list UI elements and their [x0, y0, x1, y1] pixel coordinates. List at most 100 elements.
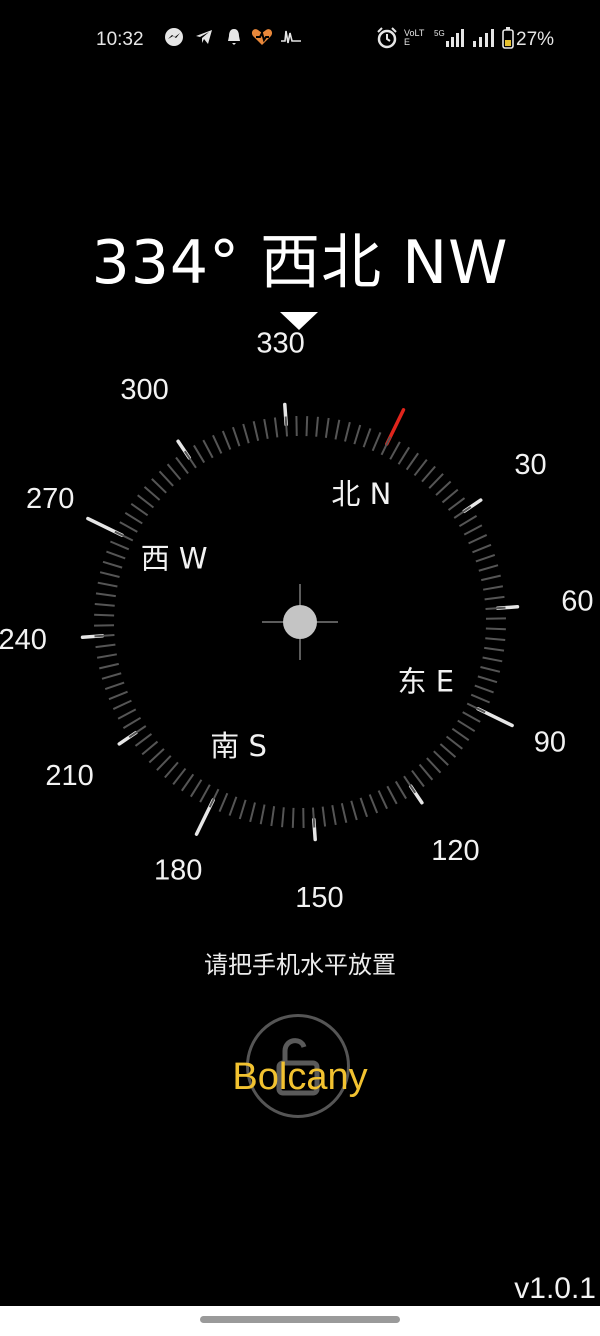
- fine-tick: [122, 716, 142, 729]
- fine-tick: [97, 581, 118, 588]
- fine-tick: [481, 574, 501, 582]
- fine-tick: [259, 804, 266, 825]
- fine-tick: [212, 434, 223, 454]
- fine-tick: [403, 775, 417, 794]
- fine-tick: [164, 761, 179, 779]
- status-bar: 10:32 VoLTE 5G 27%: [0, 0, 600, 80]
- navigation-bar: [0, 1306, 600, 1336]
- pulse-icon: [280, 27, 302, 54]
- degree-label: 150: [295, 882, 343, 914]
- fine-tick: [158, 470, 174, 487]
- fine-tick: [321, 806, 327, 827]
- level-bubble: [262, 584, 338, 660]
- fine-tick: [451, 727, 470, 741]
- fine-tick: [124, 511, 143, 525]
- fine-tick: [99, 662, 119, 670]
- fine-tick: [389, 441, 401, 460]
- degree-label: 270: [26, 483, 74, 515]
- fine-tick: [439, 743, 457, 758]
- fine-tick: [112, 699, 132, 710]
- signal-icon: [472, 27, 498, 56]
- fine-tick: [273, 417, 279, 438]
- fine-tick: [114, 530, 134, 542]
- degree-label: 210: [45, 760, 93, 792]
- fine-tick: [128, 725, 147, 739]
- fine-tick: [181, 773, 195, 792]
- fine-tick: [480, 666, 501, 673]
- fine-tick: [102, 560, 123, 569]
- heading-readout: 334° 西北 NW: [91, 228, 509, 298]
- fine-tick: [428, 473, 444, 489]
- fine-tick: [305, 416, 309, 437]
- degree-label: 240: [0, 624, 47, 656]
- status-time: 10:32: [96, 29, 144, 50]
- fine-tick: [95, 592, 116, 598]
- direction-label: 东 E: [398, 664, 455, 698]
- fine-tick: [99, 571, 120, 578]
- brand-label: Bolcany: [232, 1056, 368, 1098]
- fine-tick: [281, 807, 285, 828]
- fine-tick: [377, 790, 388, 810]
- fine-tick: [141, 740, 159, 756]
- fine-tick: [483, 585, 504, 591]
- degree-label: 30: [514, 449, 546, 481]
- fine-tick: [482, 656, 503, 663]
- direction-label: 西 W: [141, 542, 208, 576]
- fine-tick: [242, 423, 250, 444]
- fine-tick: [94, 613, 115, 617]
- fine-tick: [95, 643, 116, 649]
- direction-label: 北 N: [331, 477, 391, 511]
- fine-tick: [106, 550, 126, 560]
- compass-dial[interactable]: 330 30 60 90 120 150 180 210 240 270 300 北 N 东 E 南 S…: [0, 330, 600, 930]
- fine-tick: [462, 711, 481, 723]
- fine-tick: [485, 637, 506, 641]
- fine-tick: [270, 806, 276, 827]
- fine-tick: [371, 431, 382, 452]
- fine-tick: [380, 436, 392, 456]
- fine-tick: [350, 800, 358, 821]
- fine-tick: [108, 690, 128, 701]
- fine-tick: [474, 684, 494, 694]
- fine-tick: [117, 708, 137, 720]
- fine-tick: [96, 653, 117, 659]
- fine-tick: [202, 439, 214, 459]
- fine-tick: [426, 757, 442, 774]
- degree-label: 180: [154, 855, 202, 887]
- home-indicator[interactable]: [200, 1316, 400, 1323]
- fine-tick: [418, 763, 434, 781]
- fine-tick: [284, 416, 289, 437]
- fine-tick: [485, 627, 506, 631]
- fine-tick: [109, 540, 130, 551]
- heart-app-icon: [250, 27, 274, 54]
- fine-tick: [137, 494, 155, 509]
- fine-tick: [353, 424, 362, 445]
- fine-tick: [166, 463, 182, 481]
- fine-tick: [458, 515, 478, 528]
- fine-tick: [466, 702, 486, 714]
- fine-tick: [104, 681, 125, 691]
- fine-tick: [435, 480, 452, 496]
- fine-tick: [228, 796, 238, 816]
- fine-tick: [189, 779, 203, 798]
- fine-tick: [433, 750, 449, 766]
- bell-icon: [226, 27, 242, 54]
- fine-tick: [344, 421, 351, 442]
- battery-icon: [502, 27, 514, 56]
- fine-tick: [252, 421, 260, 441]
- fine-tick: [463, 524, 483, 536]
- fine-tick: [334, 419, 341, 440]
- fine-tick: [457, 719, 476, 733]
- signal-5g-icon: 5G: [434, 27, 464, 56]
- telegram-icon: [194, 27, 214, 54]
- fine-tick: [249, 802, 256, 823]
- fine-tick: [477, 675, 498, 684]
- fine-tick: [453, 505, 472, 519]
- fine-tick: [143, 486, 161, 501]
- fine-tick: [484, 646, 505, 652]
- fine-tick: [421, 465, 436, 483]
- degree-label: 60: [561, 585, 593, 617]
- fine-tick: [441, 488, 459, 504]
- fine-tick: [183, 450, 197, 469]
- fine-tick: [413, 459, 428, 477]
- fine-tick: [331, 805, 337, 826]
